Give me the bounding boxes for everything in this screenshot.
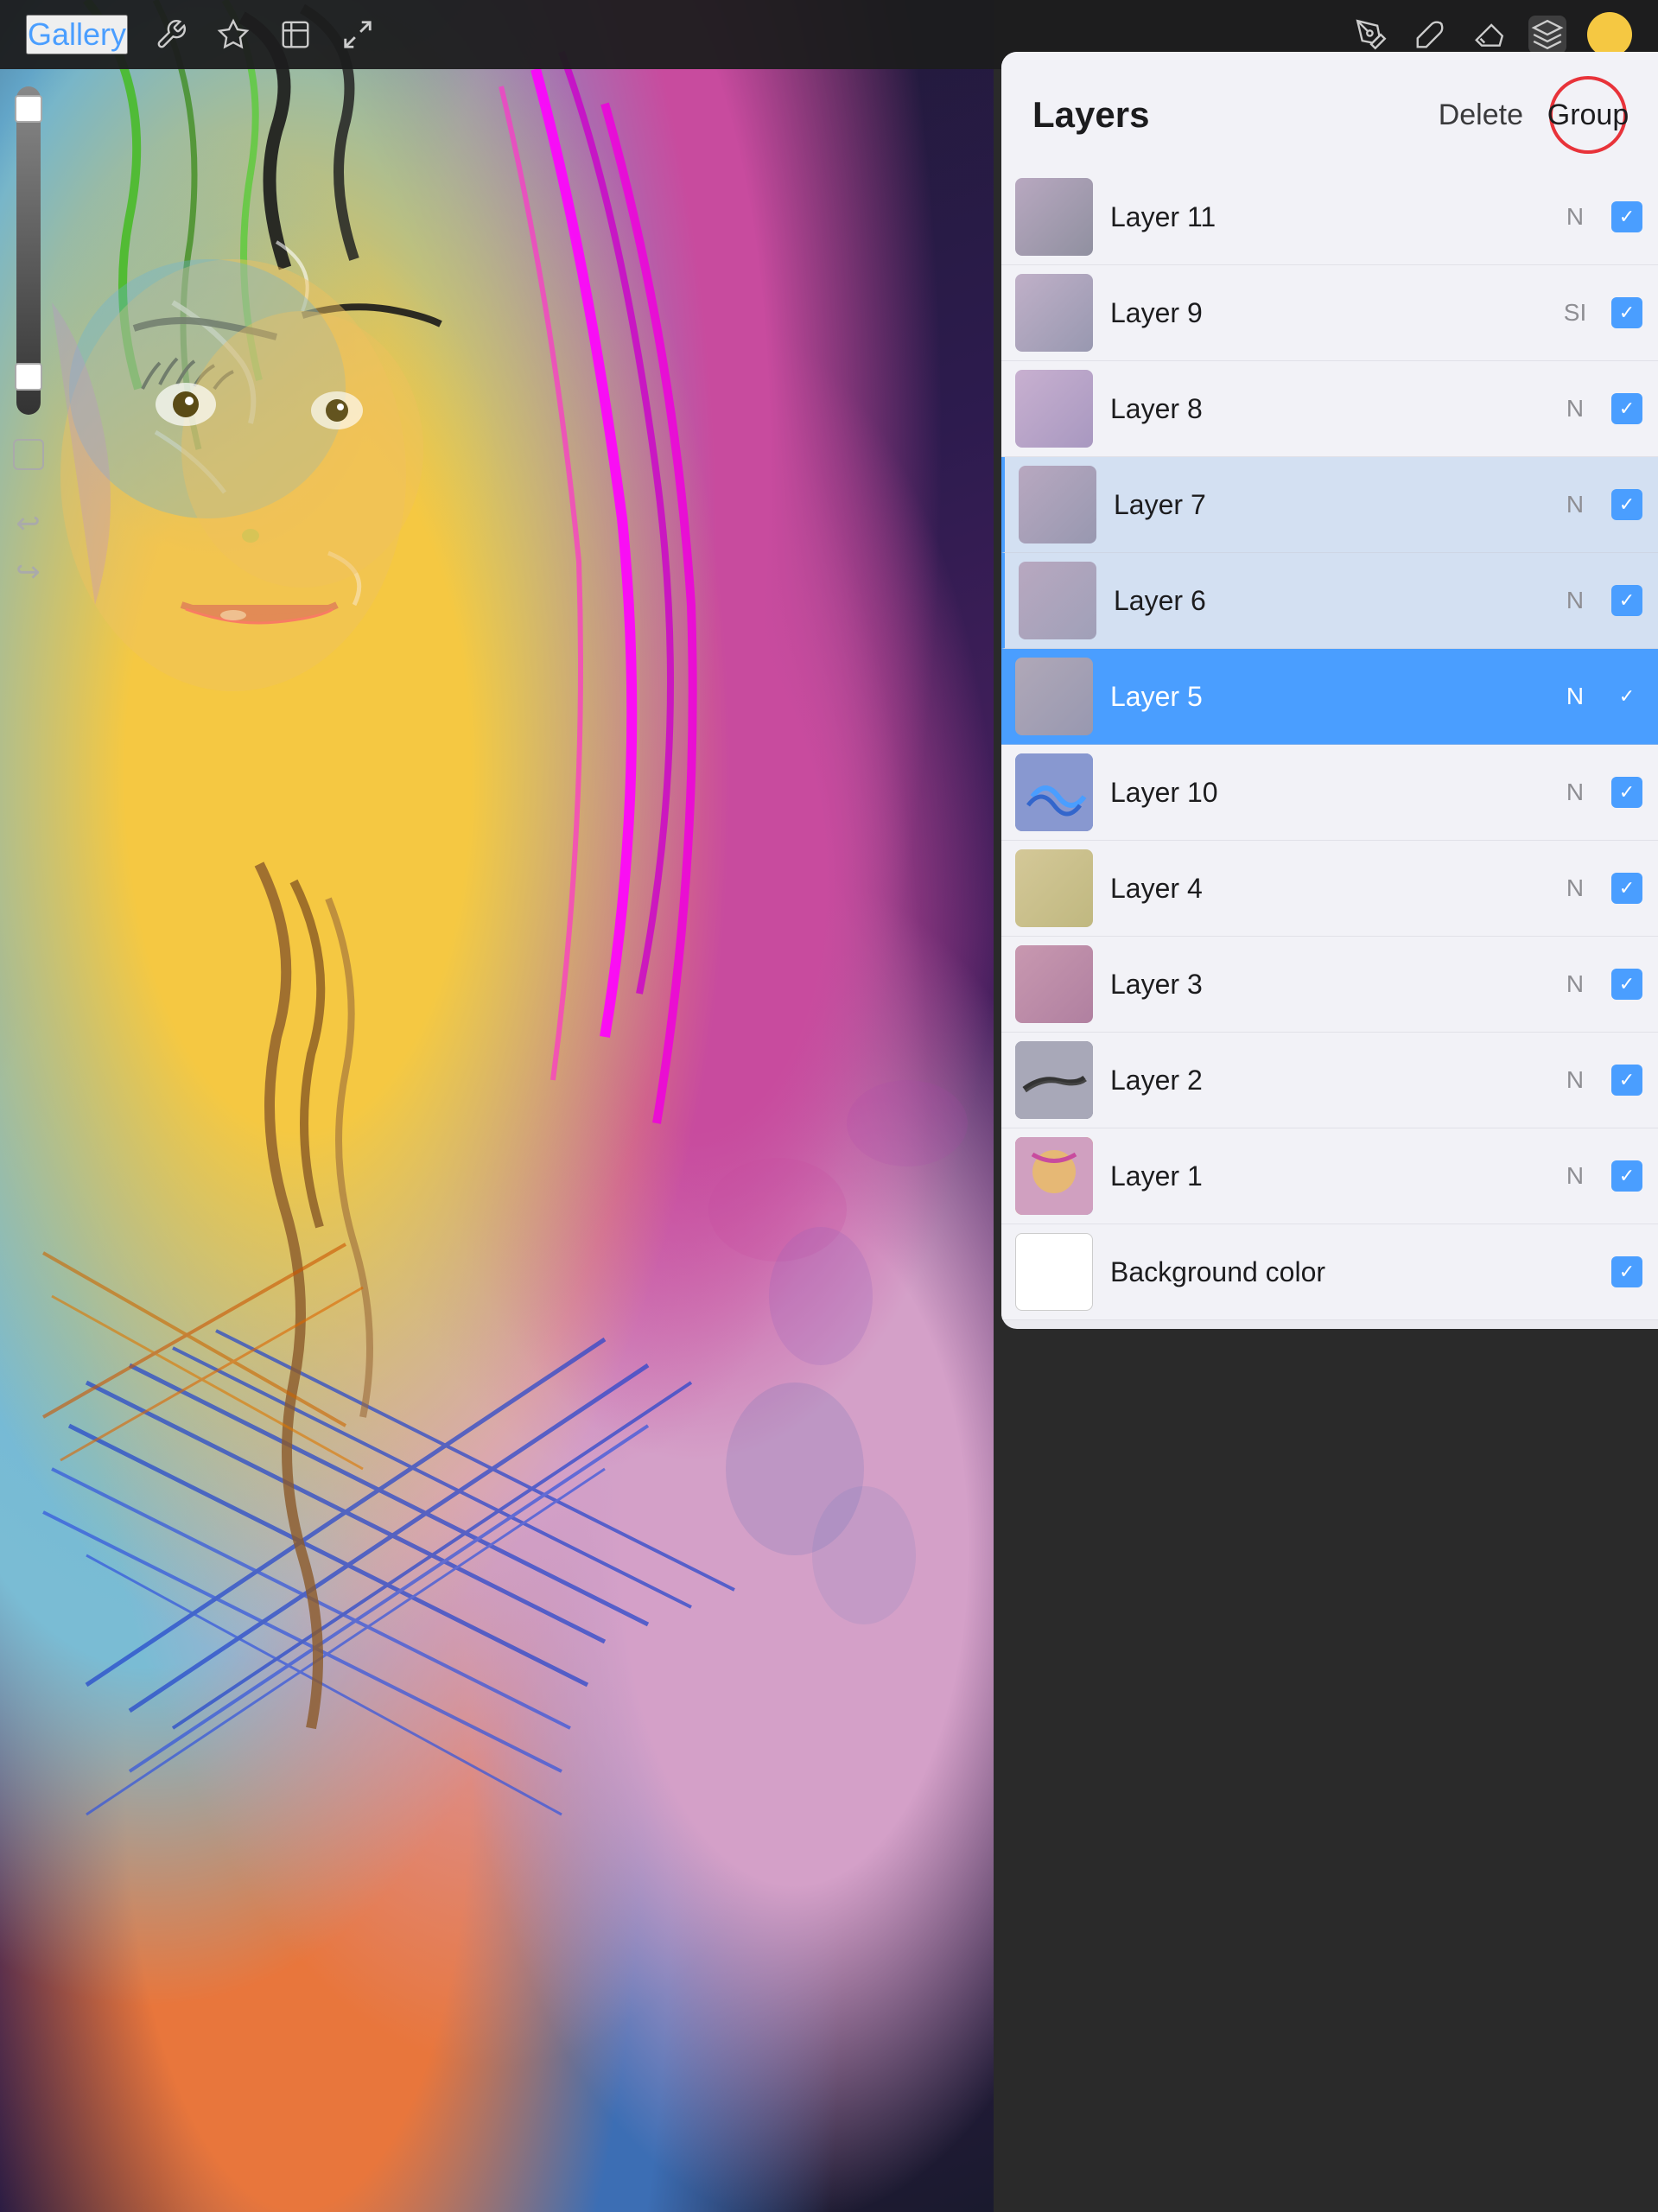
brush-tool[interactable] <box>1352 16 1390 54</box>
layer-row-layer8[interactable]: Layer 8N ✓ <box>1001 361 1658 457</box>
layer-row-layer6[interactable]: Layer 6N ✓ <box>1001 553 1658 649</box>
layers-panel: Layers Delete Group Layer 11N✓Layer 9SI✓… <box>1001 52 1658 1329</box>
modifier-checkbox[interactable] <box>13 439 44 470</box>
layer-blend-layer2: N <box>1558 1066 1592 1094</box>
layer-name-layer7: Layer 7 <box>1114 489 1558 521</box>
layer-visibility-layer3[interactable]: ✓ <box>1610 967 1644 1001</box>
layer-thumb-layer4 <box>1015 849 1093 927</box>
layer-name-layer8: Layer 8 <box>1110 393 1558 425</box>
layer-thumb-layer6 <box>1019 562 1096 639</box>
layer-name-background: Background color <box>1110 1256 1558 1288</box>
transform-tool[interactable] <box>339 16 377 54</box>
undo-button[interactable]: ↩ <box>10 505 48 543</box>
layer-row-layer5[interactable]: Layer 5N ✓ <box>1001 649 1658 745</box>
delete-button[interactable]: Delete <box>1439 99 1523 132</box>
layer-row-layer11[interactable]: Layer 11N ✓ <box>1001 169 1658 265</box>
layer-row-layer9[interactable]: Layer 9SI ✓ <box>1001 265 1658 361</box>
layer-name-layer9: Layer 9 <box>1110 297 1558 329</box>
layer-thumb-layer1 <box>1015 1137 1093 1215</box>
layer-visibility-background[interactable]: ✓ <box>1610 1255 1644 1289</box>
layer-name-layer2: Layer 2 <box>1110 1065 1558 1096</box>
opacity-slider-container <box>13 86 44 470</box>
layer-name-layer4: Layer 4 <box>1110 873 1558 905</box>
layer-row-layer3[interactable]: Layer 3N ✓ <box>1001 937 1658 1033</box>
layer-blend-layer6: N <box>1558 587 1592 614</box>
layer-visibility-layer5[interactable]: ✓ <box>1610 679 1644 714</box>
layer-visibility-layer2[interactable]: ✓ <box>1610 1063 1644 1097</box>
layers-tool[interactable] <box>1528 16 1566 54</box>
layer-row-layer10[interactable]: Layer 10N ✓ <box>1001 745 1658 841</box>
layer-blend-layer5: N <box>1558 683 1592 710</box>
toolbar-right <box>1352 12 1632 57</box>
left-sidebar: ↩ ↪ <box>0 69 56 591</box>
layers-header: Layers Delete Group <box>1001 52 1658 169</box>
layer-visibility-layer4[interactable]: ✓ <box>1610 871 1644 906</box>
layer-thumb-layer5 <box>1015 658 1093 735</box>
header-actions: Delete Group <box>1439 76 1627 154</box>
layer-thumb-layer7 <box>1019 466 1096 543</box>
layer-thumb-layer11 <box>1015 178 1093 256</box>
opacity-slider[interactable] <box>16 86 41 415</box>
adjust-tool[interactable] <box>214 16 252 54</box>
group-button[interactable]: Group <box>1549 76 1627 154</box>
layer-thumb-layer2 <box>1015 1041 1093 1119</box>
layer-blend-layer8: N <box>1558 395 1592 423</box>
colors-tool[interactable] <box>1587 12 1632 57</box>
layer-name-layer11: Layer 11 <box>1110 201 1558 233</box>
layer-visibility-layer7[interactable]: ✓ <box>1610 487 1644 522</box>
layer-thumb-layer8 <box>1015 370 1093 448</box>
layer-name-layer5: Layer 5 <box>1110 681 1558 713</box>
gallery-button[interactable]: Gallery <box>26 15 128 54</box>
layer-name-layer10: Layer 10 <box>1110 777 1558 809</box>
layer-row-layer4[interactable]: Layer 4N ✓ <box>1001 841 1658 937</box>
layer-visibility-layer1[interactable]: ✓ <box>1610 1159 1644 1193</box>
artwork <box>0 0 994 2212</box>
layer-row-layer7[interactable]: Layer 7N ✓ <box>1001 457 1658 553</box>
layer-blend-layer10: N <box>1558 779 1592 806</box>
layer-blend-layer4: N <box>1558 874 1592 902</box>
size-thumb[interactable] <box>15 363 42 391</box>
wrench-tool[interactable] <box>152 16 190 54</box>
layer-blend-layer3: N <box>1558 970 1592 998</box>
layer-thumb-layer10 <box>1015 753 1093 831</box>
layer-thumb-layer3 <box>1015 945 1093 1023</box>
layer-name-layer1: Layer 1 <box>1110 1160 1558 1192</box>
undo-redo-group: ↩ ↪ <box>10 505 48 591</box>
layer-thumb-layer9 <box>1015 274 1093 352</box>
layer-row-layer2[interactable]: Layer 2N ✓ <box>1001 1033 1658 1128</box>
layer-visibility-layer10[interactable]: ✓ <box>1610 775 1644 810</box>
layer-name-layer3: Layer 3 <box>1110 969 1558 1001</box>
opacity-thumb[interactable] <box>15 95 42 123</box>
layer-blend-layer9: SI <box>1558 299 1592 327</box>
selection-tool[interactable] <box>276 16 314 54</box>
layer-thumb-background <box>1015 1233 1093 1311</box>
smudge-tool[interactable] <box>1411 16 1449 54</box>
layers-list: Layer 11N✓Layer 9SI✓Layer 8N✓Layer 7N✓La… <box>1001 169 1658 1320</box>
layer-visibility-layer6[interactable]: ✓ <box>1610 583 1644 618</box>
layer-blend-layer11: N <box>1558 203 1592 231</box>
layer-visibility-layer11[interactable]: ✓ <box>1610 200 1644 234</box>
layer-blend-layer1: N <box>1558 1162 1592 1190</box>
layer-row-layer1[interactable]: Layer 1N ✓ <box>1001 1128 1658 1224</box>
layer-row-background[interactable]: Background color ✓ <box>1001 1224 1658 1320</box>
layer-name-layer6: Layer 6 <box>1114 585 1558 617</box>
layer-visibility-layer8[interactable]: ✓ <box>1610 391 1644 426</box>
layer-visibility-layer9[interactable]: ✓ <box>1610 296 1644 330</box>
eraser-tool[interactable] <box>1470 16 1508 54</box>
toolbar-left: Gallery <box>26 15 377 54</box>
layers-title: Layers <box>1032 94 1149 136</box>
redo-button[interactable]: ↪ <box>10 553 48 591</box>
layer-blend-layer7: N <box>1558 491 1592 518</box>
